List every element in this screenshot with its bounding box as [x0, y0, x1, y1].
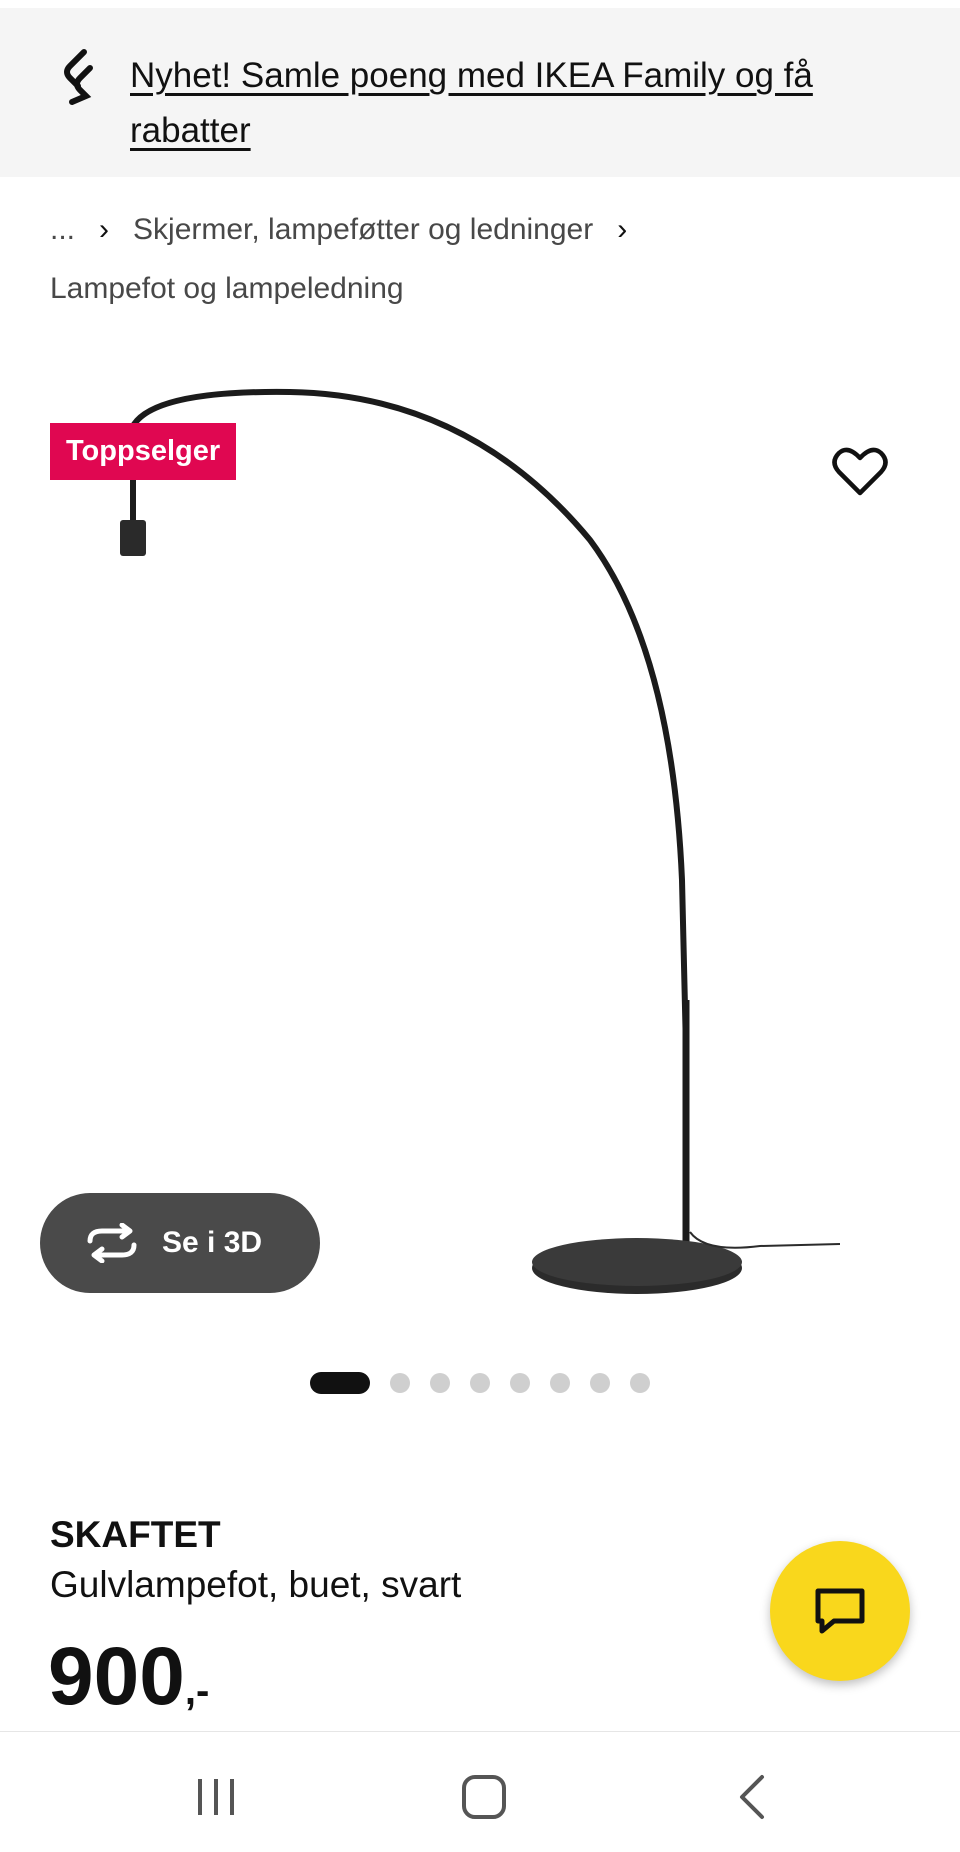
system-nav-bar: [0, 1731, 960, 1852]
breadcrumb-item-lampefot[interactable]: Lampefot og lampeledning: [50, 267, 404, 311]
chevron-right-icon: ›: [617, 213, 628, 246]
top-seller-badge: Toppselger: [50, 423, 237, 480]
chat-button[interactable]: [770, 1541, 910, 1681]
ikea-family-icon: [64, 49, 93, 105]
gallery-dot[interactable]: [430, 1373, 450, 1393]
price-suffix: ,-: [184, 1669, 210, 1713]
gallery-dot[interactable]: [550, 1373, 570, 1393]
promo-link[interactable]: Nyhet! Samle poeng med IKEA Family og få…: [130, 48, 890, 158]
view-3d-button[interactable]: Se i 3D: [40, 1193, 320, 1293]
chevron-right-icon: ›: [99, 213, 110, 246]
gallery-dot[interactable]: [630, 1373, 650, 1393]
product-name: SKAFTET: [50, 1514, 221, 1555]
gallery-dot[interactable]: [390, 1373, 410, 1393]
back-icon[interactable]: [722, 1765, 782, 1825]
gallery-dot[interactable]: [590, 1373, 610, 1393]
promo-banner[interactable]: Nyhet! Samle poeng med IKEA Family og få…: [0, 8, 960, 177]
gallery-pagination[interactable]: [310, 1372, 670, 1394]
gallery-dot[interactable]: [310, 1372, 370, 1394]
home-icon[interactable]: [454, 1765, 514, 1825]
view-3d-label: Se i 3D: [162, 1226, 263, 1259]
price-integer: 900: [48, 1631, 185, 1722]
product-price: 900,-: [48, 1632, 209, 1722]
gallery-dot[interactable]: [510, 1373, 530, 1393]
heart-icon[interactable]: [832, 446, 888, 498]
product-description: Gulvlampefot, buet, svart: [50, 1564, 462, 1605]
gallery-dot[interactable]: [470, 1373, 490, 1393]
breadcrumb-ellipsis[interactable]: ...: [50, 208, 75, 252]
chat-icon: [815, 1588, 865, 1634]
recent-apps-icon[interactable]: [186, 1765, 246, 1825]
breadcrumb-item-skjermer[interactable]: Skjermer, lampeføtter og ledninger: [133, 208, 593, 252]
breadcrumb: ... › Skjermer, lampeføtter og ledninger…: [50, 208, 930, 311]
rotate-3d-icon: [87, 1223, 137, 1263]
